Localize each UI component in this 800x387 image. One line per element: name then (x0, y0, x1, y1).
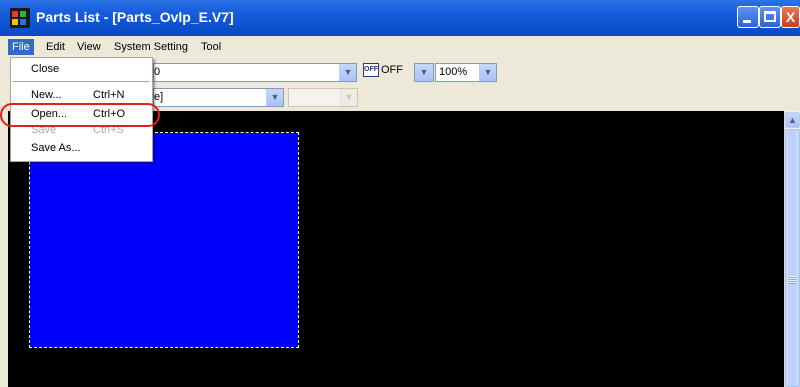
menu-item-shortcut: Ctrl+N (93, 89, 125, 101)
layer-select[interactable]: e] ▼ (153, 88, 284, 107)
app-window: Parts List - [Parts_Ovlp_E.V7] X File Ed… (0, 0, 800, 387)
zoom-select[interactable]: 100% ▼ (435, 63, 497, 82)
zoom-value: 100% (439, 66, 468, 78)
minimize-icon (743, 20, 751, 23)
chevron-down-icon[interactable]: ▼ (266, 89, 283, 106)
overlap-toggle-value: OFF (381, 64, 403, 76)
menu-system-setting[interactable]: System Setting (110, 39, 192, 55)
maximize-button[interactable] (759, 6, 781, 28)
menu-item-new[interactable]: New... Ctrl+N (12, 87, 151, 104)
chevron-down-icon[interactable]: ▼ (339, 64, 356, 81)
chevron-down-icon[interactable]: ▼ (479, 64, 496, 81)
window-title: Parts List - [Parts_Ovlp_E.V7] (36, 9, 234, 25)
chevron-down-icon: ▼ (340, 89, 357, 106)
menu-tool[interactable]: Tool (197, 39, 225, 55)
menu-edit[interactable]: Edit (42, 39, 69, 55)
chevron-down-icon[interactable]: ▼ (415, 64, 433, 81)
menu-item-save-as[interactable]: Save As... (12, 140, 151, 157)
off-icon[interactable]: OFF (363, 63, 379, 77)
part-select[interactable]: 0 ▼ (153, 63, 357, 82)
menu-bar: File Edit View System Setting Tool (0, 36, 800, 58)
menu-view[interactable]: View (73, 39, 105, 55)
close-window-button[interactable]: X (781, 6, 800, 28)
overlap-toggle-dropdown[interactable]: ▼ (414, 63, 434, 82)
blue-part-rectangle[interactable] (29, 132, 299, 348)
layer-select-value: e] (154, 91, 164, 103)
minimize-button[interactable] (737, 6, 759, 28)
menu-item-label: Save As... (31, 142, 81, 154)
chevron-up-icon: ▲ (788, 115, 797, 125)
secondary-select[interactable]: ▼ (288, 88, 358, 107)
close-icon: X (785, 9, 796, 25)
menu-item-close[interactable]: Close (12, 61, 151, 78)
menu-file[interactable]: File (8, 39, 34, 55)
scroll-up-button[interactable]: ▲ (785, 112, 800, 128)
menu-item-label: Close (31, 63, 60, 75)
title-bar[interactable]: Parts List - [Parts_Ovlp_E.V7] X (0, 0, 800, 36)
grip-icon (789, 276, 796, 284)
menu-item-label: New... (31, 89, 62, 101)
highlight-ring (0, 103, 160, 127)
menu-separator (13, 81, 150, 82)
scrollbar-thumb[interactable] (785, 129, 800, 387)
app-icon (10, 8, 30, 28)
part-select-value: 0 (154, 66, 161, 78)
canvas-left-frame (0, 111, 8, 387)
maximize-icon (764, 11, 776, 22)
